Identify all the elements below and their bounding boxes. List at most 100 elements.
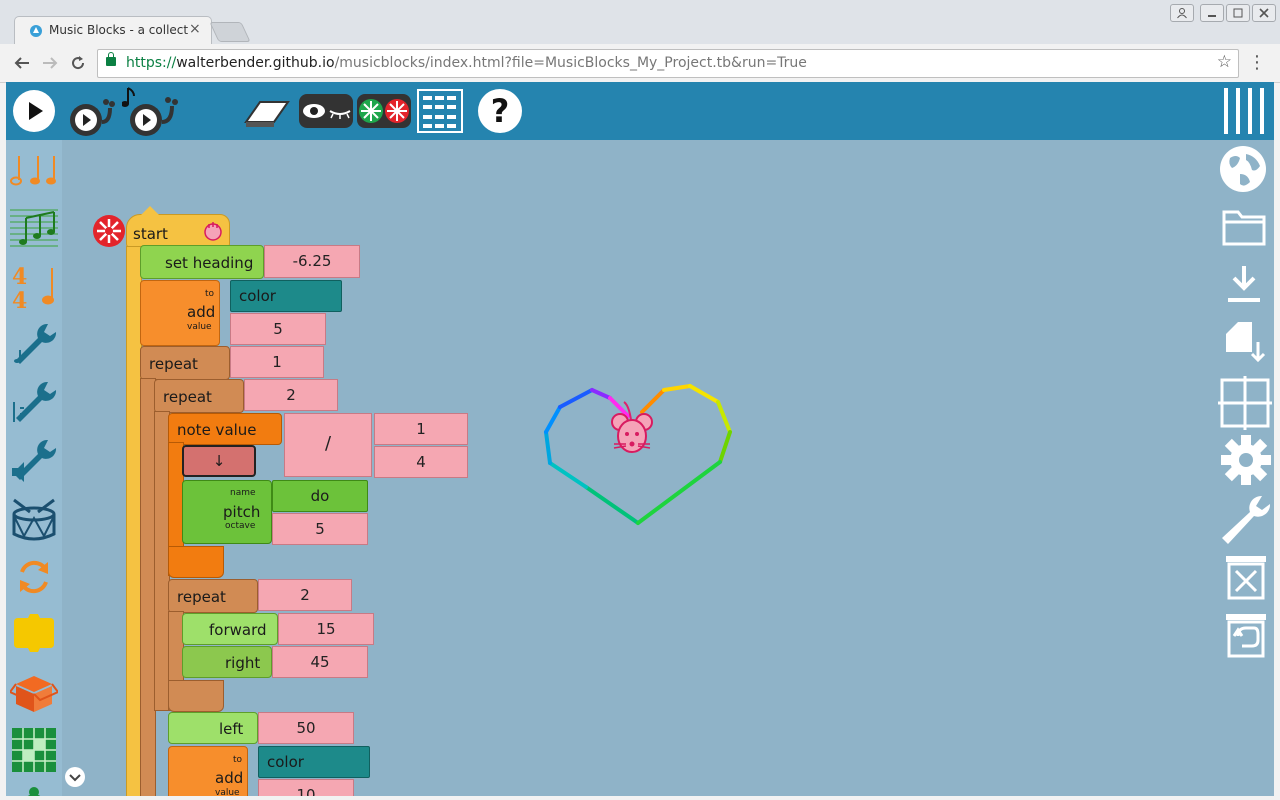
heart-segment [688, 384, 720, 404]
open-folder-icon[interactable] [1222, 206, 1266, 246]
repeat-block-third[interactable]: repeat [168, 579, 258, 613]
address-bar[interactable]: https://walterbender.github.io/musicbloc… [97, 49, 1239, 78]
widgets-palette-icon[interactable] [10, 726, 58, 774]
set-heading-value[interactable]: -6.25 [264, 245, 360, 278]
svg-text:4: 4 [12, 264, 27, 290]
forward-block[interactable]: forward [182, 613, 278, 645]
note-value-label: note value [177, 421, 257, 439]
left-block[interactable]: left [168, 712, 258, 744]
add-color-block[interactable]: to add value [140, 280, 220, 346]
menu-bars-icon[interactable] [1222, 86, 1266, 136]
add-value-number[interactable]: 5 [230, 313, 326, 345]
rhythm-palette-icon[interactable] [10, 146, 58, 194]
boxes-palette-icon[interactable] [10, 668, 58, 716]
scroll-down-icon[interactable] [64, 766, 86, 788]
heart-segment [636, 460, 722, 525]
url-path: /musicblocks/index.html?file=MusicBlocks… [334, 55, 807, 71]
pitch-octave-label: octave [225, 521, 256, 531]
action-palette-icon[interactable] [10, 610, 58, 658]
note-value-block[interactable]: note value [168, 413, 282, 445]
pitch-label: pitch [223, 503, 261, 521]
add2-value-label: value [215, 788, 240, 796]
new-tab-button[interactable] [209, 22, 251, 42]
add2-value-number[interactable]: 10 [258, 779, 354, 796]
show-hide-blocks-icon[interactable] [298, 93, 354, 129]
language-globe-icon[interactable] [1218, 144, 1268, 194]
pitch-tools-palette-icon[interactable] [10, 320, 58, 368]
turtle-palette-icon[interactable] [10, 780, 58, 796]
bookmark-star-icon[interactable]: ☆ [1217, 52, 1232, 72]
repeat-outer-value[interactable]: 1 [230, 346, 324, 378]
restore-undo-icon[interactable] [1224, 612, 1268, 658]
time-signature-palette-icon[interactable]: 4 4 [10, 262, 58, 310]
eraser-icon[interactable] [244, 94, 292, 128]
denominator-value[interactable]: 4 [374, 446, 468, 478]
lock-icon [106, 52, 116, 66]
collapse-stack-icon[interactable] [92, 214, 126, 248]
home-grid-icon[interactable] [416, 88, 464, 134]
settings-gear-icon[interactable] [1220, 434, 1272, 486]
right-block[interactable]: right [182, 646, 272, 678]
reload-icon[interactable] [66, 51, 90, 75]
forward-value[interactable]: 15 [278, 613, 374, 645]
repeat-inner-label: repeat [163, 388, 212, 406]
browser-tab[interactable]: Music Blocks - a collection × [14, 16, 212, 45]
play-icon[interactable] [12, 89, 56, 133]
start-block[interactable]: start [126, 214, 230, 248]
repeat-inner-value[interactable]: 2 [244, 379, 338, 411]
maximize-button[interactable] [1226, 4, 1250, 22]
repeat-third-foot [168, 680, 224, 712]
color-variable-block[interactable]: color [230, 280, 342, 312]
color-variable-block-2[interactable]: color [258, 746, 370, 778]
help-icon[interactable]: ? [478, 89, 522, 133]
repeat-third-value[interactable]: 2 [258, 579, 352, 611]
add-color-block-2[interactable]: to add value [168, 746, 248, 796]
add2-to-label: to [233, 755, 243, 765]
palette-sidebar: 4 4 [6, 140, 85, 796]
music-blocks-favicon-icon [30, 25, 42, 37]
repeat-block-inner[interactable]: repeat [154, 379, 244, 413]
volume-tools-palette-icon[interactable] [10, 436, 58, 484]
url-scheme: https:// [126, 55, 177, 71]
pitch-name-value[interactable]: do [272, 480, 368, 512]
heart-segment [590, 388, 612, 400]
user-icon[interactable] [1170, 4, 1194, 22]
heart-segment [716, 400, 732, 434]
forward-arrow-icon[interactable] [38, 51, 62, 75]
aux-toolbar [1212, 140, 1274, 796]
dropdown-arrow-block[interactable]: ↓ [182, 445, 256, 477]
set-heading-block[interactable]: set heading [140, 245, 264, 279]
note-value-foot [168, 546, 224, 578]
instrument-tools-palette-icon[interactable] [10, 378, 58, 426]
meter-palette-icon[interactable] [10, 204, 58, 252]
grid-toggle-icon[interactable] [1218, 376, 1272, 430]
delete-trash-icon[interactable] [1224, 554, 1268, 600]
new-file-icon[interactable] [1224, 320, 1266, 368]
mouse-turtle-icon[interactable] [606, 400, 658, 458]
repeat-third-label: repeat [177, 588, 226, 606]
back-arrow-icon[interactable] [10, 51, 34, 75]
heart-segment [662, 384, 692, 392]
tools-wrench-icon[interactable] [1218, 492, 1274, 548]
divide-block[interactable]: / [284, 413, 372, 477]
tab-close-icon[interactable]: × [189, 21, 201, 37]
minimize-button[interactable] [1200, 4, 1224, 22]
flow-palette-icon[interactable] [10, 552, 58, 600]
color-variable-label: color [239, 287, 276, 305]
save-download-icon[interactable] [1224, 264, 1264, 306]
browser-toolbar: https://walterbender.github.io/musicbloc… [0, 44, 1280, 83]
pitch-octave-value[interactable]: 5 [272, 513, 368, 545]
slow-play-snail-icon[interactable] [66, 92, 116, 138]
right-value[interactable]: 45 [272, 646, 368, 678]
left-value[interactable]: 50 [258, 712, 354, 744]
set-heading-label: set heading [165, 254, 254, 272]
collapse-expand-blocks-icon[interactable] [356, 93, 412, 129]
pitch-block[interactable]: name pitch octave [182, 480, 272, 544]
close-window-button[interactable] [1252, 4, 1276, 22]
numerator-value[interactable]: 1 [374, 413, 468, 445]
slow-music-snail-icon[interactable] [122, 84, 178, 138]
browser-menu-icon[interactable]: ⋮ [1248, 52, 1266, 73]
add-to-label: to [205, 289, 215, 299]
drum-palette-icon[interactable] [10, 494, 58, 542]
repeat-block-outer[interactable]: repeat [140, 346, 230, 380]
